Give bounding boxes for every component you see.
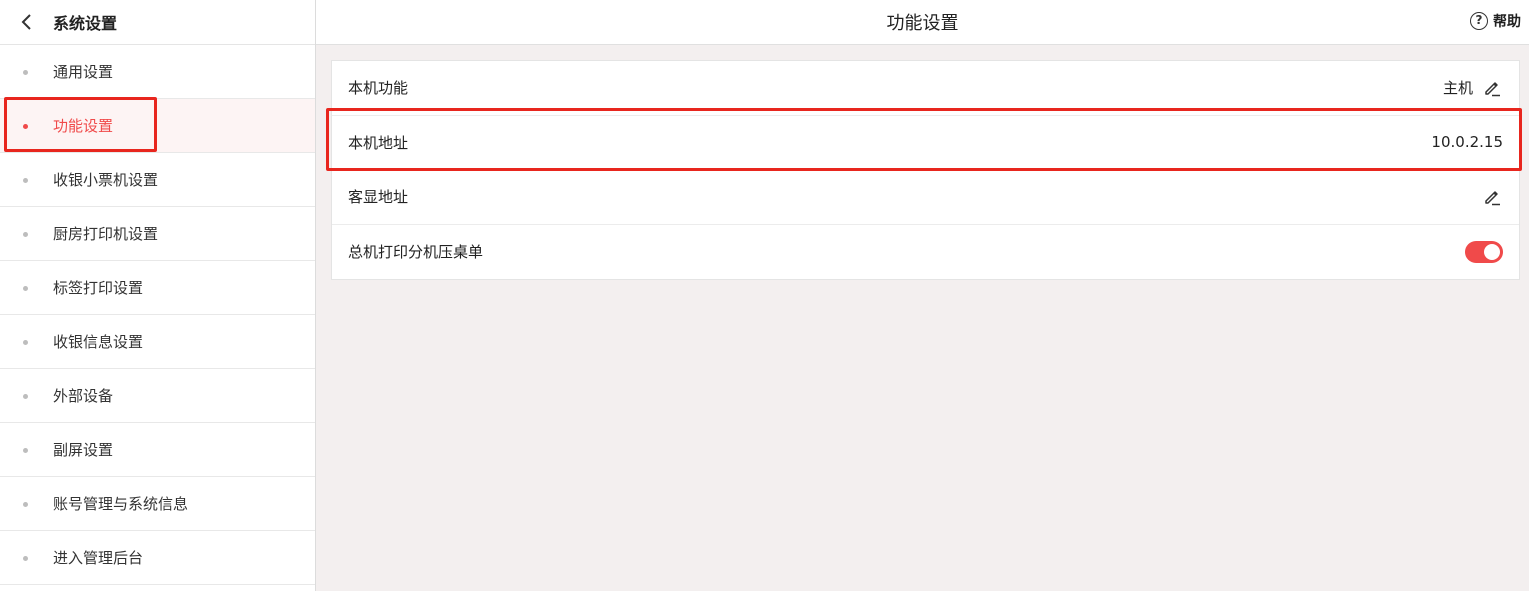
bullet-icon xyxy=(23,448,28,453)
sidebar-item-label: 进入管理后台 xyxy=(53,549,144,567)
bullet-icon xyxy=(23,286,28,291)
sidebar-item-label: 外部设备 xyxy=(53,387,114,405)
sidebar-item-secondary-screen[interactable]: 副屏设置 xyxy=(0,423,315,477)
setting-right: 主机 xyxy=(1443,77,1503,99)
back-chevron-icon[interactable] xyxy=(16,12,36,32)
setting-label: 总机打印分机压桌单 xyxy=(348,243,484,262)
bullet-icon xyxy=(23,502,28,507)
top-bar: 功能设置 ? 帮助 xyxy=(316,0,1529,45)
setting-value: 10.0.2.15 xyxy=(1431,133,1503,152)
sidebar-item-label: 功能设置 xyxy=(53,117,114,135)
setting-label: 本机地址 xyxy=(348,133,409,152)
bullet-icon xyxy=(23,70,28,75)
sidebar-item-label: 收银信息设置 xyxy=(53,333,144,351)
sidebar: 系统设置 通用设置 功能设置 收银小票机设置 厨房打印机设置 标签打印设置 收银… xyxy=(0,0,316,591)
app-window: 系统设置 通用设置 功能设置 收银小票机设置 厨房打印机设置 标签打印设置 收银… xyxy=(0,0,1529,591)
sidebar-item-receipt-printer[interactable]: 收银小票机设置 xyxy=(0,153,315,207)
master-print-toggle[interactable] xyxy=(1465,240,1503,263)
pencil-icon[interactable] xyxy=(1481,186,1503,208)
sidebar-header: 系统设置 xyxy=(0,0,315,45)
sidebar-item-account-system-info[interactable]: 账号管理与系统信息 xyxy=(0,477,315,531)
sidebar-item-kitchen-printer[interactable]: 厨房打印机设置 xyxy=(0,207,315,261)
main-panel: 功能设置 ? 帮助 本机功能 主机 本机地址 10.0.2.15 客显地址 总机… xyxy=(316,0,1529,591)
sidebar-item-label: 通用设置 xyxy=(53,63,114,81)
question-circle-icon: ? xyxy=(1470,12,1488,30)
sidebar-item-admin-backend[interactable]: 进入管理后台 xyxy=(0,531,315,585)
sidebar-item-label: 标签打印设置 xyxy=(53,279,144,297)
bullet-icon xyxy=(23,340,28,345)
sidebar-item-general[interactable]: 通用设置 xyxy=(0,45,315,99)
setting-row-device-address: 本机地址 10.0.2.15 xyxy=(332,116,1519,170)
setting-row-master-print-table-order: 总机打印分机压桌单 xyxy=(332,225,1519,280)
sidebar-title: 系统设置 xyxy=(53,14,118,33)
sidebar-item-label: 账号管理与系统信息 xyxy=(53,495,189,513)
page-title: 功能设置 xyxy=(886,13,959,34)
sidebar-item-label: 收银小票机设置 xyxy=(53,171,159,189)
bullet-icon xyxy=(23,178,28,183)
sidebar-item-label-print[interactable]: 标签打印设置 xyxy=(0,261,315,315)
settings-card: 本机功能 主机 本机地址 10.0.2.15 客显地址 总机打印分机压桌单 xyxy=(331,60,1520,280)
setting-right xyxy=(1473,186,1503,208)
setting-label: 本机功能 xyxy=(348,79,409,98)
setting-value: 主机 xyxy=(1442,79,1473,98)
bullet-icon xyxy=(23,556,28,561)
setting-row-customer-display-address[interactable]: 客显地址 xyxy=(332,170,1519,225)
sidebar-item-external-devices[interactable]: 外部设备 xyxy=(0,369,315,423)
setting-right: 10.0.2.15 xyxy=(1431,133,1503,151)
setting-label: 客显地址 xyxy=(348,188,409,207)
help-button[interactable]: ? 帮助 xyxy=(1470,11,1521,31)
help-label: 帮助 xyxy=(1493,14,1521,30)
bullet-icon xyxy=(23,232,28,237)
bullet-icon xyxy=(23,394,28,399)
setting-row-device-function[interactable]: 本机功能 主机 xyxy=(332,61,1519,116)
sidebar-item-label: 厨房打印机设置 xyxy=(53,225,159,243)
pencil-icon[interactable] xyxy=(1481,77,1503,99)
sidebar-item-label: 副屏设置 xyxy=(53,441,114,459)
toggle-knob xyxy=(1484,243,1500,260)
sidebar-item-function[interactable]: 功能设置 xyxy=(0,99,315,153)
bullet-icon xyxy=(23,124,28,129)
sidebar-item-cashier-info[interactable]: 收银信息设置 xyxy=(0,315,315,369)
